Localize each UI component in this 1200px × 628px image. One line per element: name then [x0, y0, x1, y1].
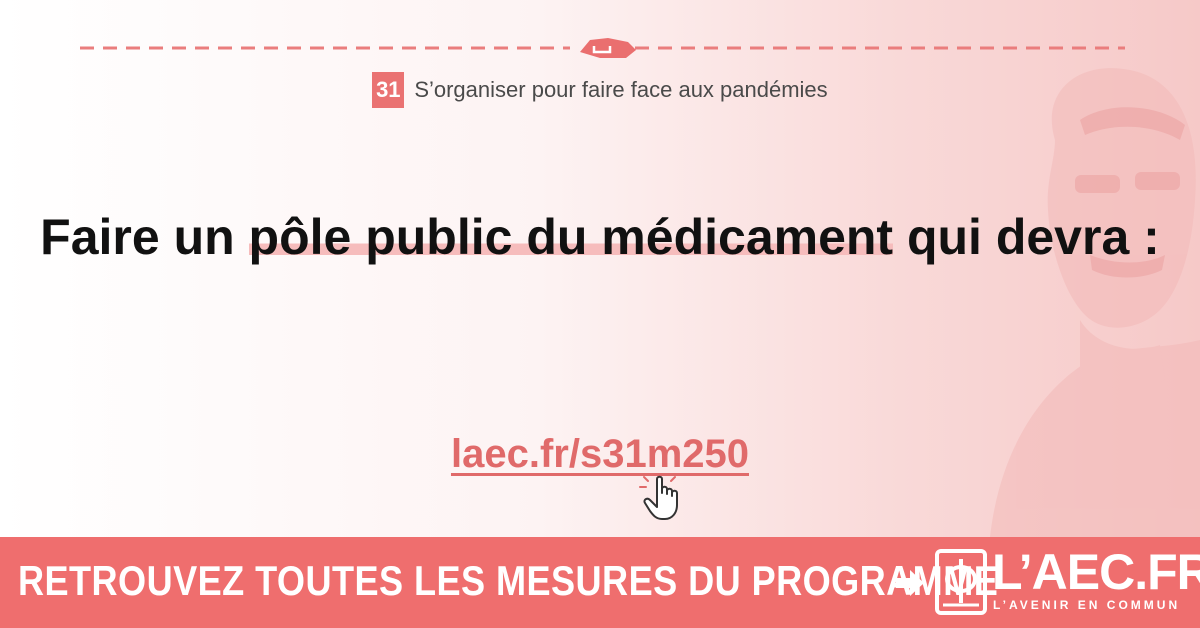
phi-logo-icon — [935, 549, 987, 615]
pointer-hand-icon — [639, 475, 678, 520]
footer-cta[interactable]: RETROUVEZ TOUTES LES MESURES DU PROGRAMM… — [18, 557, 998, 605]
chapter-number-badge: 31 — [372, 72, 405, 108]
handshake-icon — [580, 38, 636, 58]
header-divider — [80, 38, 1125, 58]
chapter-heading: 31 S’organiser pour faire face aux pandém… — [0, 72, 1200, 108]
headline-text-end: qui devra : — [893, 209, 1160, 265]
measure-link[interactable]: laec.fr/s31m250 — [451, 432, 749, 476]
headline-text-start: Faire un — [40, 209, 249, 265]
brand-tagline: L’AVENIR EN COMMUN — [993, 598, 1181, 612]
chapter-title: S’organiser pour faire face aux pandémie… — [414, 77, 828, 102]
arrow-right-icon — [896, 570, 924, 596]
footer-banner[interactable]: RETROUVEZ TOUTES LES MESURES DU PROGRAMM… — [0, 537, 1200, 628]
headline: Faire un pôle public du médicament qui d… — [40, 205, 1160, 269]
headline-highlight: pôle public du médicament — [248, 209, 894, 265]
link-container: laec.fr/s31m250 — [0, 432, 1200, 477]
brand-name[interactable]: L’AEC.FR — [992, 543, 1200, 601]
